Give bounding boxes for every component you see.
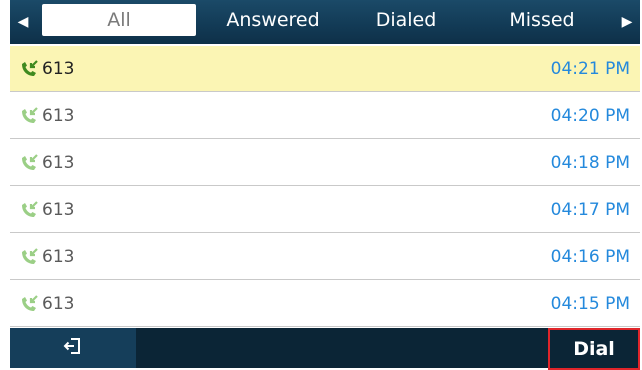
answered-call-icon [18,58,40,80]
filter-tab-bar: ◀ All Answered Dialed Missed ▶ [10,0,640,44]
answered-call-icon [18,152,40,174]
call-row[interactable]: 613 04:16 PM [10,234,640,280]
answered-call-icon [18,246,40,268]
call-list: 613 04:21 PM 613 04:20 PM 613 04:18 PM 6… [10,46,640,327]
tab-dialed[interactable]: Dialed [350,4,462,36]
call-row[interactable]: 613 04:21 PM [10,46,640,92]
call-number: 613 [42,58,75,79]
answered-call-icon [18,293,40,315]
exit-icon [62,335,84,361]
dial-button[interactable]: Dial [548,328,640,370]
call-time: 04:16 PM [550,246,630,267]
call-row[interactable]: 613 04:17 PM [10,187,640,233]
call-number: 613 [42,293,75,314]
call-time: 04:17 PM [550,199,630,220]
call-number: 613 [42,199,75,220]
call-time: 04:18 PM [550,152,630,173]
call-row[interactable]: 613 04:15 PM [10,281,640,327]
tab-missed[interactable]: Missed [472,4,612,36]
triangle-right-icon[interactable]: ▶ [614,0,640,44]
call-time: 04:20 PM [550,105,630,126]
answered-call-icon [18,199,40,221]
triangle-left-icon[interactable]: ◀ [10,0,36,44]
tab-all[interactable]: All [42,4,196,36]
call-history-screen: ◀ All Answered Dialed Missed ▶ 613 04:21… [0,0,642,370]
call-time: 04:21 PM [550,58,630,79]
tab-answered[interactable]: Answered [200,4,346,36]
call-number: 613 [42,105,75,126]
call-number: 613 [42,152,75,173]
call-row[interactable]: 613 04:20 PM [10,93,640,139]
call-number: 613 [42,246,75,267]
answered-call-icon [18,105,40,127]
softkey-bar: Dial [10,328,640,370]
call-time: 04:15 PM [550,293,630,314]
back-softkey[interactable] [10,328,136,368]
call-row[interactable]: 613 04:18 PM [10,140,640,186]
